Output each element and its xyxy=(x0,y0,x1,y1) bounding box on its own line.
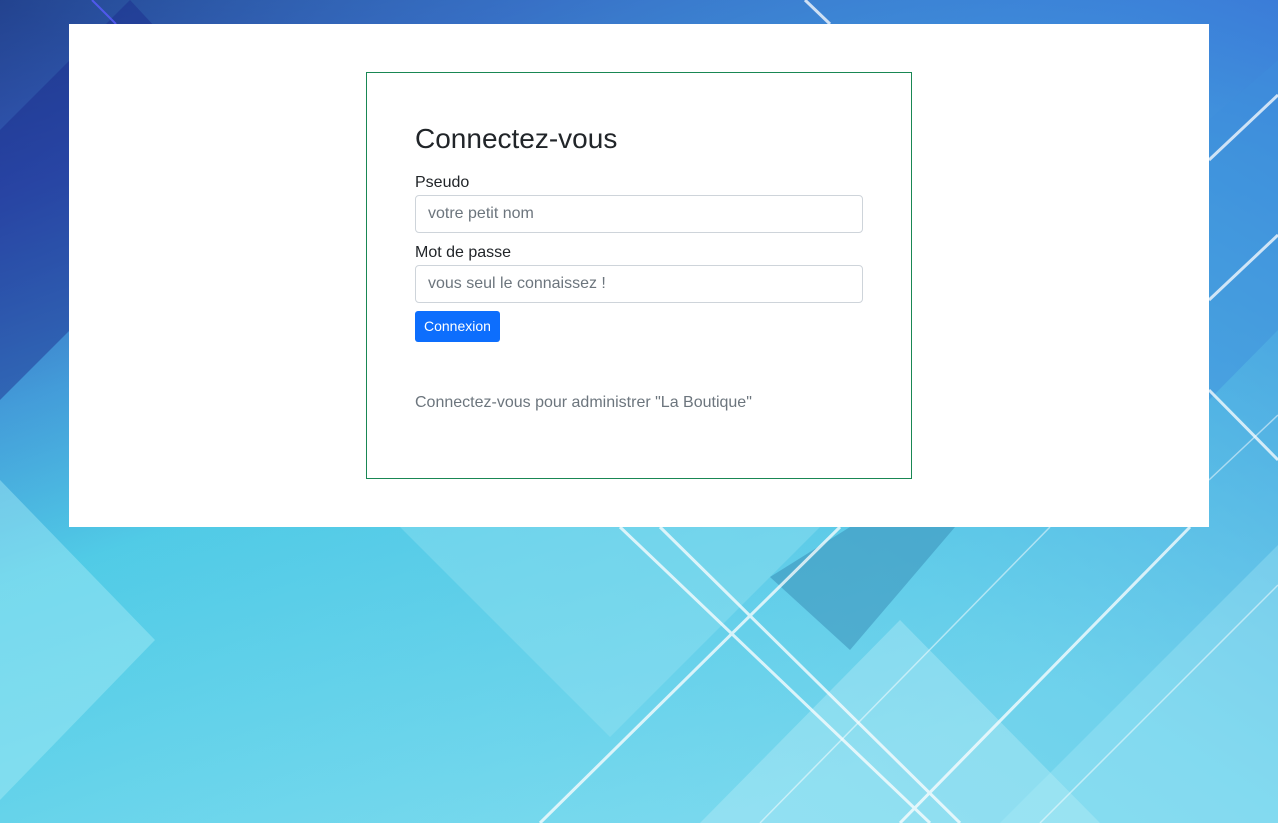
password-label: Mot de passe xyxy=(415,244,512,261)
login-title: Connectez-vous xyxy=(415,123,618,154)
pseudo-input[interactable] xyxy=(415,195,863,233)
login-card: Connectez-vous Pseudo Mot de passe Conne… xyxy=(366,72,912,479)
login-button[interactable]: Connexion xyxy=(415,311,500,342)
content-panel: Connectez-vous Pseudo Mot de passe Conne… xyxy=(69,24,1209,527)
password-input[interactable] xyxy=(415,265,863,303)
help-text: Connectez-vous pour administrer "La Bout… xyxy=(415,394,752,411)
pseudo-label: Pseudo xyxy=(415,174,470,191)
